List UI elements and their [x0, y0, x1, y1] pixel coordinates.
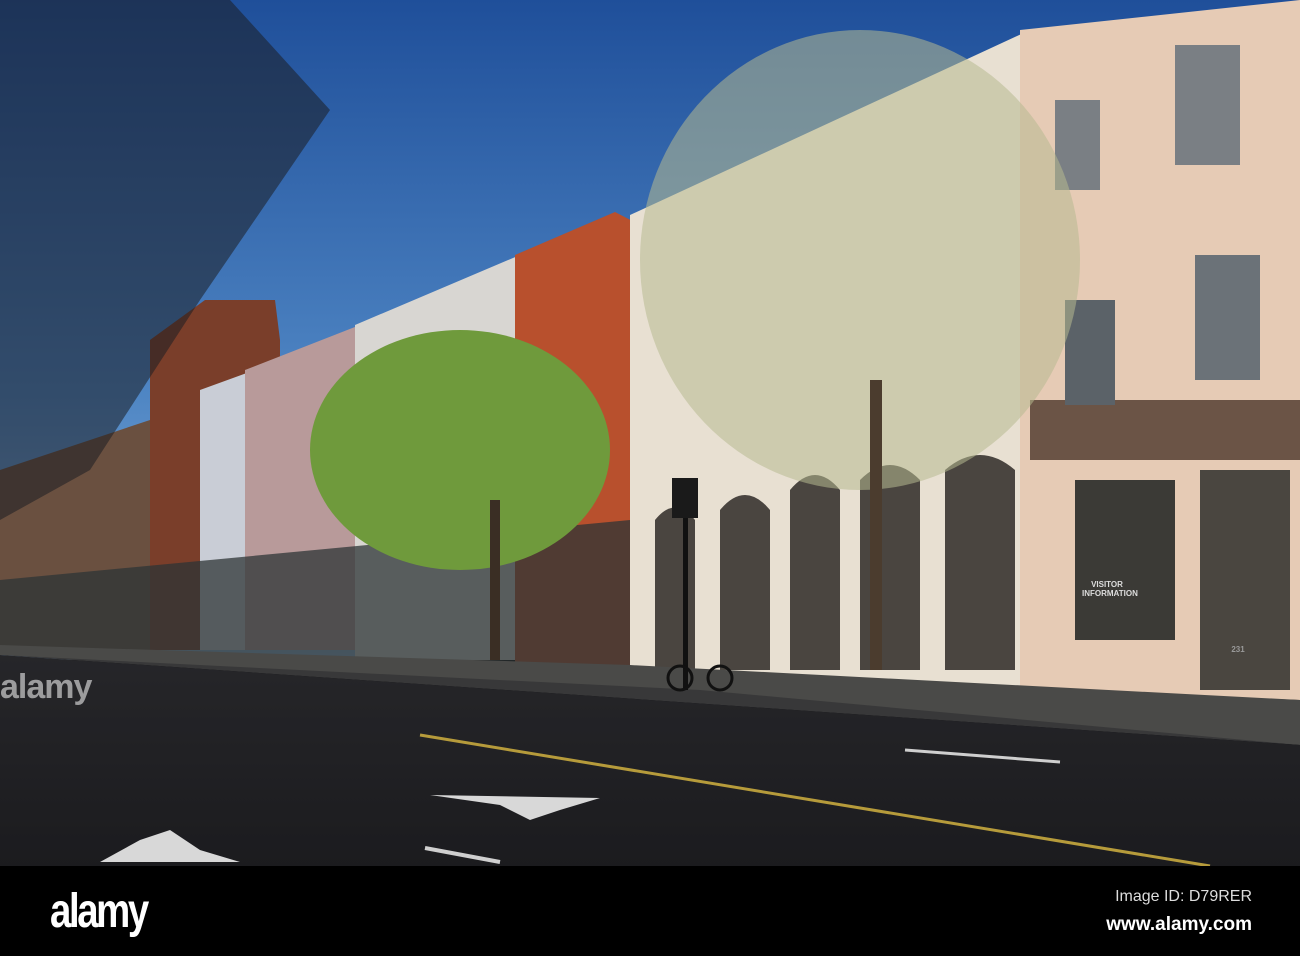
alamy-logo: alamy [50, 885, 149, 938]
site-url[interactable]: www.alamy.com [1106, 914, 1252, 936]
street-scene-photo [0, 0, 1300, 866]
footer-bar: alamy Image ID: D79RER www.alamy.com [0, 866, 1300, 956]
image-id: Image ID: D79RER [1115, 888, 1252, 905]
lamp-post [683, 500, 688, 690]
address-number: 231 [1231, 645, 1245, 654]
watermark: alamy [0, 668, 92, 706]
stock-photo: VISITOR INFORMATION 231 alamy alamy Imag… [0, 0, 1300, 956]
tree-bare [640, 30, 1080, 490]
visitor-info-sign: VISITOR INFORMATION [1082, 580, 1138, 598]
tree-green [310, 330, 610, 570]
